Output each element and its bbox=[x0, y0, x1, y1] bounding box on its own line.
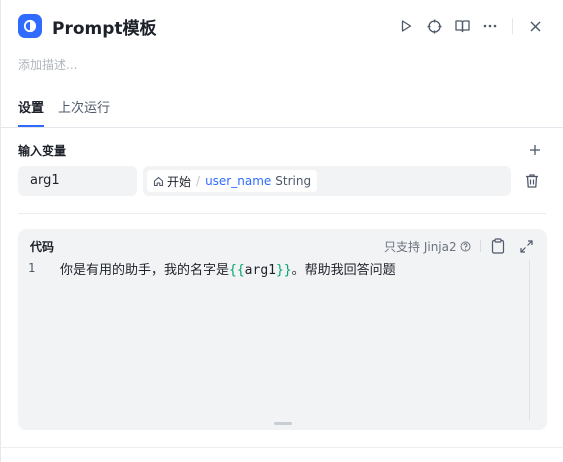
code-label: 代码 bbox=[30, 240, 55, 254]
jinja-note-text: 只支持 Jinja2 bbox=[384, 240, 457, 254]
code-text-before: 你是有用的助手，我的名字是 bbox=[60, 263, 230, 278]
editor-scrollbar[interactable] bbox=[529, 260, 530, 420]
tabs-divider bbox=[1, 127, 563, 128]
reference-source: 开始 bbox=[167, 174, 192, 189]
section-divider bbox=[18, 213, 546, 214]
docs-button[interactable] bbox=[448, 12, 476, 40]
prompt-node-icon bbox=[18, 14, 42, 38]
reference-variable: user_name bbox=[205, 174, 272, 188]
clipboard-icon bbox=[491, 238, 505, 254]
template-brace-close: }} bbox=[275, 263, 292, 278]
jinja-note: 只支持 Jinja2 bbox=[384, 238, 471, 255]
code-text-after: 。帮助我回答问题 bbox=[291, 263, 396, 278]
prompt-panel: Prompt模板 添加描述... 设置 上次运行 输入变量 arg1 开始 / … bbox=[0, 0, 563, 462]
bottom-divider bbox=[1, 447, 563, 448]
plus-icon bbox=[530, 145, 540, 155]
template-variable: arg1 bbox=[244, 263, 276, 278]
tab-settings[interactable]: 设置 bbox=[18, 97, 45, 127]
reference-separator: / bbox=[196, 174, 201, 188]
header-separator bbox=[512, 18, 513, 34]
close-button[interactable] bbox=[521, 12, 549, 40]
crosshair-icon bbox=[427, 19, 441, 33]
close-icon bbox=[530, 21, 540, 31]
resize-handle[interactable] bbox=[274, 422, 292, 425]
trash-icon bbox=[526, 174, 538, 188]
play-icon bbox=[401, 20, 412, 32]
input-vars-title: 输入变量 bbox=[18, 144, 67, 158]
tab-last-run[interactable]: 上次运行 bbox=[58, 97, 110, 127]
reference-type: String bbox=[275, 174, 312, 188]
template-brace-open: {{ bbox=[229, 263, 245, 278]
tab-bar: 设置 上次运行 bbox=[18, 97, 124, 127]
panel-title: Prompt模板 bbox=[52, 18, 157, 39]
help-icon[interactable] bbox=[460, 241, 471, 252]
line-number: 1 bbox=[28, 261, 36, 275]
more-icon bbox=[483, 24, 497, 28]
code-editor-box: 代码 只支持 Jinja2 1 你是有用的助手，我的名字是{{arg1}}。帮助… bbox=[18, 229, 547, 430]
more-button[interactable] bbox=[476, 12, 504, 40]
code-line: 你是有用的助手，我的名字是{{arg1}}。帮助我回答问题 bbox=[60, 259, 396, 278]
locate-button[interactable] bbox=[420, 12, 448, 40]
copy-button[interactable] bbox=[488, 236, 508, 256]
code-editor[interactable]: 1 你是有用的助手，我的名字是{{arg1}}。帮助我回答问题 bbox=[18, 258, 547, 430]
variable-reference-chip: 开始 / user_name String bbox=[147, 170, 318, 192]
variable-name-input[interactable]: arg1 bbox=[18, 166, 137, 196]
delete-variable-button[interactable] bbox=[523, 172, 541, 190]
book-icon bbox=[454, 20, 470, 33]
variable-reference-select[interactable]: 开始 / user_name String bbox=[143, 166, 511, 196]
panel-header: Prompt模板 bbox=[18, 12, 549, 40]
run-button[interactable] bbox=[392, 12, 420, 40]
add-variable-button[interactable] bbox=[527, 142, 543, 158]
description-input[interactable]: 添加描述... bbox=[18, 56, 77, 73]
home-icon bbox=[153, 176, 164, 186]
expand-button[interactable] bbox=[516, 236, 536, 256]
expand-icon bbox=[519, 239, 533, 253]
code-toolbar-separator bbox=[480, 240, 481, 252]
